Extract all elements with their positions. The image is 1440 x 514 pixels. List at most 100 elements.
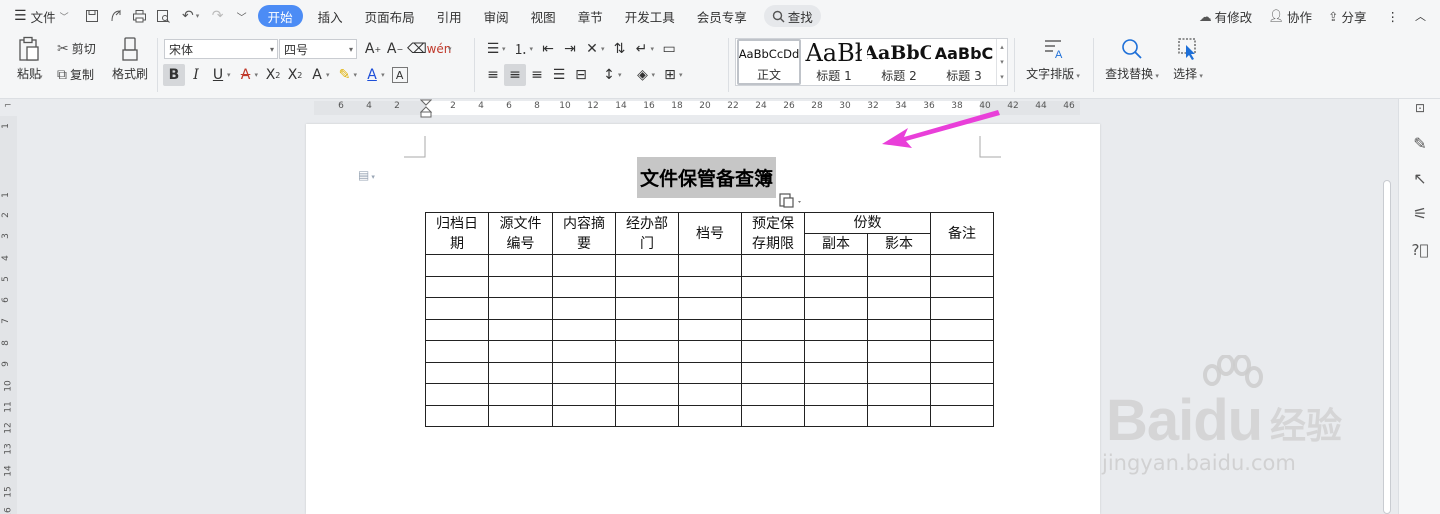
decrease-indent-icon[interactable]: ⇤	[537, 38, 559, 60]
table-cell[interactable]	[552, 254, 616, 277]
select-button[interactable]: 选择 ▾	[1168, 36, 1208, 82]
table-cell[interactable]	[867, 297, 931, 320]
search-box[interactable]: 查找	[763, 5, 821, 27]
underline-icon[interactable]: U	[207, 64, 229, 86]
table-cell[interactable]	[867, 404, 931, 427]
help-icon[interactable]: ?⃝	[1411, 241, 1429, 259]
table-cell[interactable]	[425, 275, 489, 298]
clear-format-icon[interactable]: ⌫	[406, 38, 428, 60]
table-cell[interactable]	[867, 254, 931, 277]
copy-button[interactable]: ⧉ 复制	[57, 66, 94, 83]
table-cell[interactable]	[615, 383, 679, 406]
header-cell-copies[interactable]: 份数	[804, 212, 931, 234]
table-cell[interactable]	[867, 340, 931, 363]
increase-indent-icon[interactable]: ⇥	[559, 38, 581, 60]
format-painter-button[interactable]: 格式刷	[110, 36, 150, 82]
redo-icon[interactable]: ↷	[206, 0, 230, 32]
table-cell[interactable]	[552, 383, 616, 406]
dropdown-icon[interactable]: ▾	[502, 45, 506, 53]
table-cell[interactable]	[488, 361, 553, 384]
header-cell-date[interactable]: 归档日期	[425, 212, 489, 255]
tab-review[interactable]: 审阅	[473, 0, 520, 32]
table-cell[interactable]	[804, 383, 868, 406]
superscript-icon[interactable]: X2	[262, 64, 284, 86]
table-cell[interactable]	[615, 340, 679, 363]
table-cell[interactable]	[678, 340, 742, 363]
table-cell[interactable]	[678, 318, 742, 341]
table-cell[interactable]	[488, 383, 553, 406]
table-cell[interactable]	[930, 318, 994, 341]
font-color-icon[interactable]: A	[361, 64, 383, 86]
table-cell[interactable]	[930, 383, 994, 406]
table-cell[interactable]	[804, 297, 868, 320]
chinese-layout-icon[interactable]: ✕	[581, 38, 603, 60]
show-marks-icon[interactable]: ↵	[631, 38, 653, 60]
table-cell[interactable]	[741, 361, 805, 384]
table-cell[interactable]	[741, 404, 805, 427]
table-cell[interactable]	[741, 340, 805, 363]
tab-page-layout[interactable]: 页面布局	[354, 0, 426, 32]
table-cell[interactable]	[425, 318, 489, 341]
align-center-icon[interactable]: ≡	[504, 64, 526, 86]
table-cell[interactable]	[804, 361, 868, 384]
header-cell-file-number[interactable]: 档号	[678, 212, 742, 255]
panel-toggle-icon[interactable]: ⊡	[1411, 101, 1429, 115]
tab-view[interactable]: 视图	[520, 0, 567, 32]
bold-icon[interactable]: B	[163, 64, 185, 86]
highlight-icon[interactable]: ✎	[334, 64, 356, 86]
table-cell[interactable]	[678, 404, 742, 427]
header-cell-retention[interactable]: 预定保 存期限	[741, 212, 805, 255]
header-cell-remarks[interactable]: 备注	[930, 212, 994, 255]
strikethrough-icon[interactable]: A	[235, 64, 257, 86]
scrollbar-thumb[interactable]	[1383, 180, 1391, 514]
file-menu[interactable]: ☰ 文件 ﹀	[0, 0, 80, 32]
header-cell-source-number[interactable]: 源文件 编号	[488, 212, 553, 255]
style-heading-1[interactable]: AaBł 标题 1	[803, 39, 865, 85]
indent-marker-icon[interactable]	[420, 99, 432, 119]
style-heading-2[interactable]: AaBbC 标题 2	[867, 39, 931, 85]
table-cell[interactable]	[552, 318, 616, 341]
table-cell[interactable]	[804, 318, 868, 341]
table-cell[interactable]	[741, 297, 805, 320]
table-cell[interactable]	[741, 318, 805, 341]
numbered-list-icon[interactable]: ⒈	[510, 38, 532, 60]
header-cell-summary[interactable]: 内容摘要	[552, 212, 616, 255]
italic-icon[interactable]: I	[185, 64, 207, 86]
paragraph-menu-icon[interactable]: ▤ ▾	[358, 168, 375, 182]
dropdown-icon[interactable]: ▾	[618, 71, 622, 79]
table-cell[interactable]	[804, 254, 868, 277]
font-size-select[interactable]: 四号 ▾	[279, 39, 357, 59]
sort-icon[interactable]: ⇅	[609, 38, 631, 60]
style-heading-3[interactable]: AaBbC 标题 3	[933, 39, 995, 85]
table-cell[interactable]	[615, 275, 679, 298]
changes-button[interactable]: ☁ 有修改	[1191, 0, 1260, 32]
table-cell[interactable]	[488, 297, 553, 320]
table-cell[interactable]	[425, 297, 489, 320]
table-cell[interactable]	[488, 254, 553, 277]
archive-table[interactable]: 归档日期 源文件 编号 内容摘要 经办部门 档号 预定保 存期限 份数 备注 副本 …	[425, 212, 994, 427]
table-cell[interactable]	[741, 383, 805, 406]
gallery-scroll[interactable]: ▴ ▾ ▾	[996, 39, 1007, 85]
table-cell[interactable]	[678, 254, 742, 277]
find-replace-button[interactable]: 查找替换 ▾	[1100, 36, 1164, 82]
header-cell-photocopy[interactable]: 影本	[867, 233, 931, 255]
paste-options-icon[interactable]	[778, 192, 804, 212]
collapse-ribbon-icon[interactable]: ︿	[1411, 0, 1440, 32]
table-cell[interactable]	[678, 275, 742, 298]
vertical-ruler[interactable]: 1 1 2 3 4 5 6 7 8 9 10 11 12 13 14 15 16	[0, 116, 17, 514]
save-icon[interactable]	[80, 0, 104, 32]
table-cell[interactable]	[488, 404, 553, 427]
table-cell[interactable]	[425, 340, 489, 363]
print-icon[interactable]	[128, 0, 152, 32]
cut-button[interactable]: ✂ 剪切	[57, 40, 96, 57]
sliders-icon[interactable]: ⚟	[1411, 204, 1429, 223]
table-cell[interactable]	[425, 361, 489, 384]
header-cell-duplicate[interactable]: 副本	[804, 233, 868, 255]
pen-icon[interactable]: ✎	[1411, 134, 1429, 153]
table-cell[interactable]	[552, 275, 616, 298]
dropdown-icon[interactable]: ▾	[448, 45, 452, 53]
table-cell[interactable]	[615, 404, 679, 427]
subscript-icon[interactable]: X2	[284, 64, 306, 86]
table-cell[interactable]	[678, 383, 742, 406]
share-button[interactable]: ⇪ 分享	[1320, 0, 1375, 32]
